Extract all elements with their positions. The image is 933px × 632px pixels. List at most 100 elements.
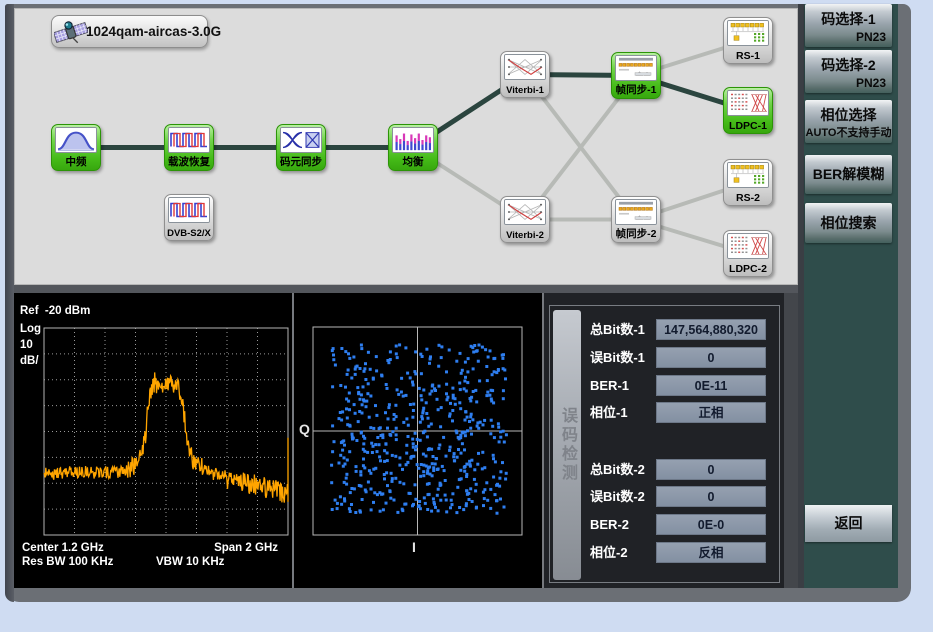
flow-node-label: 帧同步-2 xyxy=(612,226,660,241)
squarewave-icon xyxy=(168,197,210,223)
constellation-panel: Q I xyxy=(294,293,542,588)
flow-node-label: 均衡 xyxy=(389,154,437,169)
sidebar-button-5[interactable]: 相位搜索 xyxy=(805,203,892,243)
satellite-icon xyxy=(54,16,88,48)
ber-row: 总Bit数-1 147,564,880,320 xyxy=(544,319,784,340)
flow-node-zhen1[interactable]: 帧同步-1 xyxy=(611,52,661,99)
main-frame: 1024qam-aircas-3.0G 中频 载波恢复 码元同步 均衡 DVB-S2/X… xyxy=(5,4,911,602)
sidebar-button-sublabel: PN23 xyxy=(805,30,892,44)
frame-icon xyxy=(615,55,657,81)
flow-node-label: 帧同步-1 xyxy=(612,82,660,97)
flow-node-label: 码元同步 xyxy=(277,154,325,169)
scale-label-log: Log xyxy=(20,323,41,335)
flow-node-label: RS-2 xyxy=(724,192,772,204)
flow-node-label: Viterbi-2 xyxy=(501,230,549,241)
trellis-icon xyxy=(504,54,546,80)
rs-icon xyxy=(727,162,769,188)
ber-row-value: 0E-0 xyxy=(656,514,766,535)
q-axis-label: Q xyxy=(299,421,310,437)
center-freq-label: Center 1.2 GHz xyxy=(22,542,104,554)
flow-node-zaibo[interactable]: 载波恢复 xyxy=(164,124,214,171)
ber-row-value: 0E-11 xyxy=(656,375,766,396)
ber-row-label: 总Bit数-2 xyxy=(590,459,645,480)
res-bw-label: Res BW 100 KHz xyxy=(22,556,113,568)
ber-row-label: 总Bit数-1 xyxy=(590,319,645,340)
ber-row-label: 误Bit数-1 xyxy=(590,347,645,368)
ber-row: 总Bit数-2 0 xyxy=(544,459,784,480)
flow-node-ldpc2[interactable]: LDPC-2 xyxy=(723,230,773,277)
sidebar-button-sublabel: PN23 xyxy=(805,76,892,90)
sidebar-button-label: 相位搜索 xyxy=(805,203,892,243)
flow-node-ldpc1[interactable]: LDPC-1 xyxy=(723,87,773,134)
flow-node-rs2[interactable]: RS-2 xyxy=(723,159,773,206)
ber-row-label: 相位-2 xyxy=(590,542,628,563)
ber-row: 相位-2 反相 xyxy=(544,542,784,563)
ber-row-value: 0 xyxy=(656,459,766,480)
signal-flow-panel: 1024qam-aircas-3.0G 中频 载波恢复 码元同步 均衡 DVB-S2/X… xyxy=(14,8,798,285)
flow-node-label: LDPC-2 xyxy=(724,263,772,275)
sidebar: 码选择-1PN23码选择-2PN23相位选择AUTO不支持手动BER解模糊相位搜… xyxy=(798,4,898,588)
flow-node-label: LDPC-1 xyxy=(724,120,772,132)
scale-label-db: dB/ xyxy=(20,355,39,367)
flow-node-zhongpin[interactable]: 中频 xyxy=(51,124,101,171)
flow-node-dvb[interactable]: DVB-S2/X xyxy=(164,194,214,241)
flow-node-junheng[interactable]: 均衡 xyxy=(388,124,438,171)
bandpass-icon xyxy=(55,127,97,153)
return-button[interactable]: 返回 xyxy=(805,505,892,542)
flow-node-label: Viterbi-1 xyxy=(501,85,549,96)
flow-node-viterbi2[interactable]: Viterbi-2 xyxy=(500,196,550,243)
sidebar-button-label: 码选择-2 xyxy=(805,55,892,75)
sidebar-button-2[interactable]: 码选择-2PN23 xyxy=(805,50,892,93)
sidebar-button-3[interactable]: 相位选择AUTO不支持手动 xyxy=(805,100,892,143)
sidebar-button-4[interactable]: BER解模糊 xyxy=(805,155,892,194)
ber-row-value: 正相 xyxy=(656,402,766,423)
squarewave-icon xyxy=(168,127,210,153)
ber-row-value: 0 xyxy=(656,486,766,507)
flow-node-label: 载波恢复 xyxy=(165,154,213,169)
flow-node-label: 中频 xyxy=(52,154,100,169)
ber-row: 误Bit数-1 0 xyxy=(544,347,784,368)
constellation-plot xyxy=(294,293,542,588)
vbw-label: VBW 10 KHz xyxy=(156,556,224,568)
frame-left-edge xyxy=(5,4,14,602)
ber-row-label: BER-1 xyxy=(590,375,629,396)
spectrum-panel: Ref -20 dBm Log 10 dB/ Center 1.2 GHz Sp… xyxy=(14,293,292,588)
config-button[interactable]: 1024qam-aircas-3.0G xyxy=(51,15,208,48)
flow-node-label: DVB-S2/X xyxy=(165,228,213,239)
eye-icon xyxy=(280,127,322,153)
sidebar-button-1[interactable]: 码选择-1PN23 xyxy=(805,4,892,47)
ber-stats-panel: 误码检测 总Bit数-1147,564,880,320误Bit数-10BER-1… xyxy=(544,293,784,588)
ref-level-label: Ref -20 dBm xyxy=(20,305,90,317)
ldpc-icon xyxy=(727,233,769,259)
sidebar-button-label: 码选择-1 xyxy=(805,9,892,29)
ber-row-value: 147,564,880,320 xyxy=(656,319,766,340)
ber-row: BER-2 0E-0 xyxy=(544,514,784,535)
ber-row-label: 误Bit数-2 xyxy=(590,486,645,507)
flow-node-label: RS-1 xyxy=(724,50,772,62)
ber-row-value: 反相 xyxy=(656,542,766,563)
ber-row-label: BER-2 xyxy=(590,514,629,535)
flow-node-mayuan[interactable]: 码元同步 xyxy=(276,124,326,171)
panel-separator xyxy=(14,285,798,293)
i-axis-label: I xyxy=(412,539,416,555)
flow-node-zhen2[interactable]: 帧同步-2 xyxy=(611,196,661,243)
rs-icon xyxy=(727,20,769,46)
flow-node-viterbi1[interactable]: Viterbi-1 xyxy=(500,51,550,98)
flow-node-rs1[interactable]: RS-1 xyxy=(723,17,773,64)
sidebar-button-sublabel: AUTO不支持手动 xyxy=(805,124,892,140)
sidebar-button-label: BER解模糊 xyxy=(805,155,892,194)
ber-row: 误Bit数-2 0 xyxy=(544,486,784,507)
scale-label-10: 10 xyxy=(20,339,33,351)
span-label: Span 2 GHz xyxy=(214,542,278,554)
ber-row-value: 0 xyxy=(656,347,766,368)
ber-row: BER-1 0E-11 xyxy=(544,375,784,396)
frame-icon xyxy=(615,199,657,225)
sidebar-button-label: 相位选择 xyxy=(805,105,892,125)
application-window: 1024qam-aircas-3.0G 中频 载波恢复 码元同步 均衡 DVB-S2/X… xyxy=(0,0,933,632)
trellis-icon xyxy=(504,199,546,225)
ber-row: 相位-1 正相 xyxy=(544,402,784,423)
bars-icon xyxy=(392,127,434,153)
ber-row-label: 相位-1 xyxy=(590,402,628,423)
config-button-label: 1024qam-aircas-3.0G xyxy=(86,24,221,39)
ldpc-icon xyxy=(727,90,769,116)
